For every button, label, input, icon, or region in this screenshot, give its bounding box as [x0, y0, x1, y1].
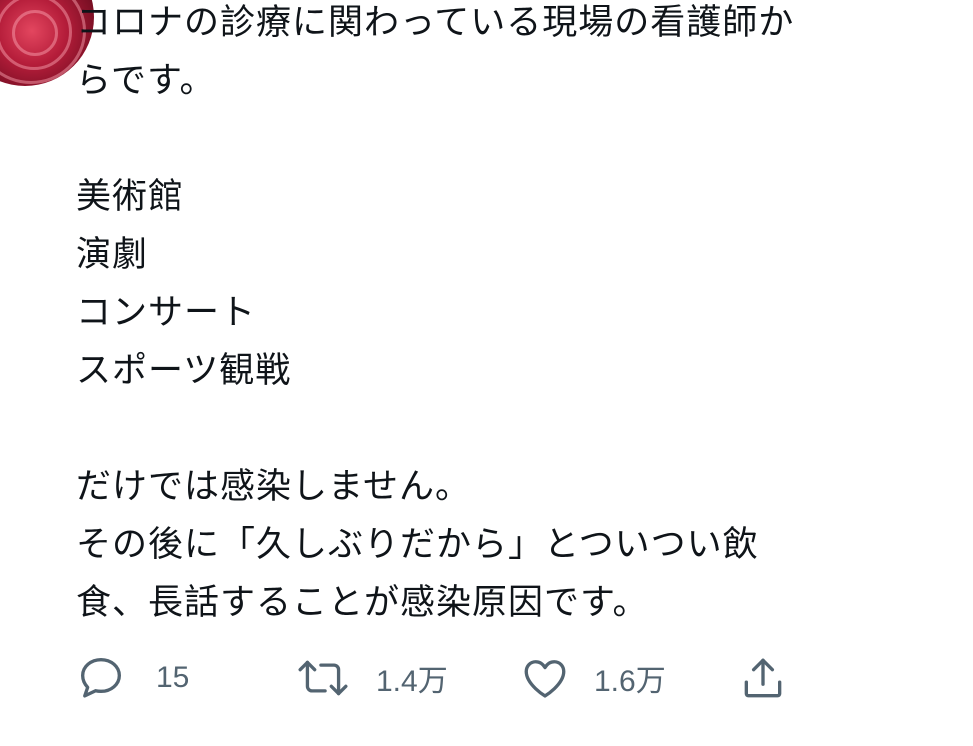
share-button[interactable]: [738, 648, 788, 708]
tweet-action-bar: 15 1.4万 1.6万: [76, 648, 956, 708]
avatar-rose-petal: [0, 0, 86, 84]
like-button[interactable]: 1.6万: [520, 648, 666, 708]
heart-icon: [524, 660, 566, 698]
retweet-button[interactable]: 1.4万: [296, 648, 448, 708]
retweet-icon: [298, 660, 348, 696]
tweet-text-line: [76, 110, 956, 168]
tweet-text-line: コロナの診療に関わっている現場の看護師か: [76, 3, 795, 43]
tweet-text-line: らです。: [76, 61, 216, 101]
reply-count: 15: [156, 661, 190, 694]
share-icon: [744, 658, 782, 698]
tweet-text-line: 演劇: [76, 235, 149, 275]
tweet-text-line: その後に「久しぶりだから」とついつい飲: [76, 525, 759, 565]
tweet-text-line: スポーツ観戦: [76, 351, 292, 391]
tweet-text-line: コンサート: [76, 293, 257, 333]
tweet-text-line: 美術館: [76, 177, 185, 217]
tweet-text: コロナの診療に関わっている現場の看護師か らです。 美術館 演劇 コンサート ス…: [76, 0, 956, 632]
reply-button[interactable]: 15: [76, 648, 189, 708]
like-count: 1.6万: [594, 665, 666, 698]
tweet-text-line: 食、長話することが感染原因です。: [76, 583, 649, 623]
retweet-count: 1.4万: [376, 665, 448, 698]
reply-icon: [81, 658, 122, 698]
tweet-text-line: [76, 400, 956, 458]
tweet-text-line: だけでは感染しません。: [76, 467, 471, 507]
